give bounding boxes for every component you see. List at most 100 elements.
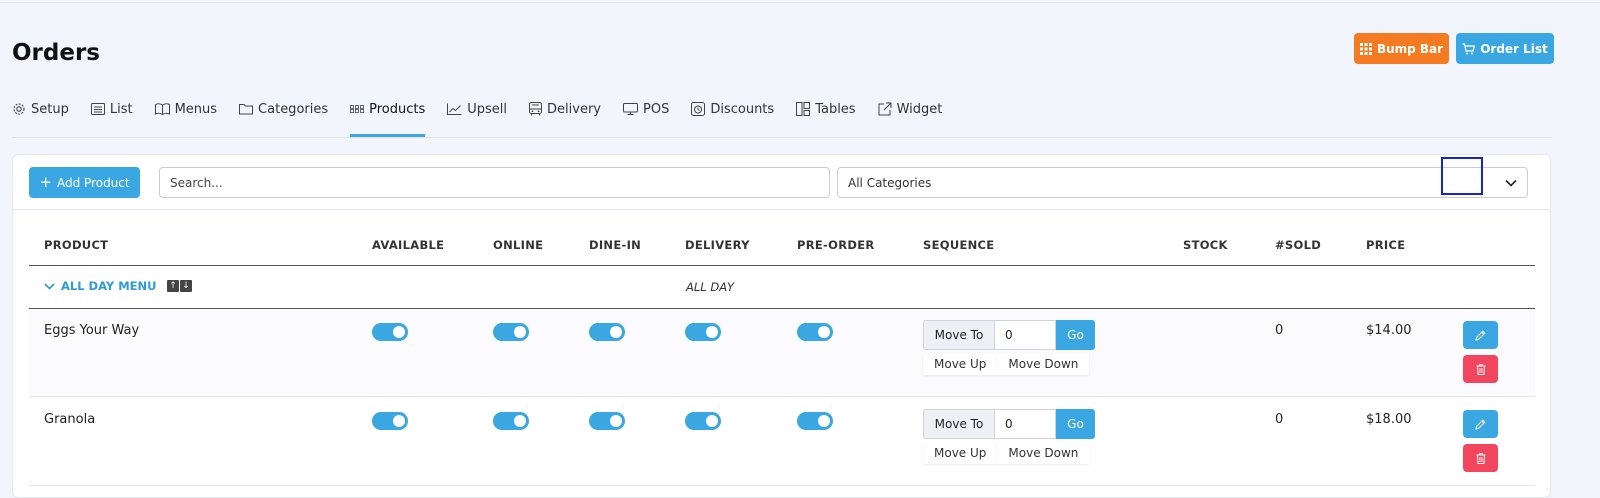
col-header-stock[interactable]: STOCK	[1183, 238, 1228, 252]
sold-value: 0	[1275, 412, 1284, 427]
col-header-pre-order[interactable]: PRE-ORDER	[797, 238, 875, 252]
tab-widget[interactable]: Widget	[878, 98, 943, 118]
bump-bar-label: Bump Bar	[1376, 41, 1444, 56]
go-button[interactable]: Go	[1056, 409, 1095, 439]
table-row: Granola Move To Go Move Up Move Down 0 $…	[29, 398, 1535, 486]
tab-label: Setup	[31, 101, 69, 117]
order-list-button[interactable]: Order List	[1456, 33, 1554, 64]
tab-label: Tables	[815, 101, 856, 117]
tab-label: Products	[369, 101, 426, 117]
tables-icon	[796, 102, 811, 116]
tab-label: Widget	[896, 101, 943, 117]
tab-label: Categories	[258, 101, 329, 117]
group-sort-controls: ↑ ↓	[167, 280, 192, 292]
sequence-input[interactable]	[994, 320, 1056, 350]
delete-button[interactable]	[1463, 444, 1498, 472]
plus-icon: +	[39, 173, 52, 191]
available-toggle[interactable]	[372, 412, 408, 430]
tab-upsell[interactable]: Upsell	[447, 98, 507, 118]
tab-divider	[12, 137, 1552, 138]
tab-list[interactable]: List	[90, 98, 133, 118]
sequence-control: Move To Go	[923, 320, 1095, 350]
move-up-button[interactable]: Move Up	[923, 353, 998, 375]
delivery-toggle[interactable]	[685, 412, 721, 430]
tab-bar: Setup List Menus Categories Products Ups…	[12, 98, 964, 138]
cart-icon	[1462, 42, 1476, 54]
book-icon	[154, 103, 170, 115]
tab-label: Delivery	[547, 101, 601, 117]
products-card: + Add Product All Categories PRODUCT AVA…	[12, 154, 1551, 498]
pre-order-toggle[interactable]	[797, 323, 833, 341]
category-select[interactable]: All Categories	[837, 167, 1528, 198]
pre-order-toggle[interactable]	[797, 412, 833, 430]
sold-value: 0	[1275, 323, 1284, 338]
sequence-input[interactable]	[994, 409, 1056, 439]
tab-label: Discounts	[710, 101, 775, 117]
bump-bar-button[interactable]: Bump Bar	[1354, 33, 1449, 64]
chevron-down-icon	[44, 282, 55, 290]
product-name: Eggs Your Way	[44, 323, 140, 338]
col-header-online[interactable]: ONLINE	[493, 238, 543, 252]
dine-in-toggle[interactable]	[589, 323, 625, 341]
group-availability-tag: ALL DAY	[686, 280, 735, 294]
product-name: Granola	[44, 412, 96, 427]
col-header-delivery[interactable]: DELIVERY	[685, 238, 750, 252]
go-button[interactable]: Go	[1056, 320, 1095, 350]
col-header-sequence[interactable]: SEQUENCE	[923, 238, 994, 252]
delivery-toggle[interactable]	[685, 323, 721, 341]
edit-button[interactable]	[1463, 410, 1498, 438]
tab-categories[interactable]: Categories	[239, 98, 328, 118]
price-value: $18.00	[1366, 412, 1412, 427]
price-value: $14.00	[1366, 323, 1412, 338]
add-product-button[interactable]: + Add Product	[29, 167, 140, 198]
list-icon	[90, 103, 105, 115]
grid-icon	[350, 105, 365, 113]
arrow-down-icon[interactable]: ↓	[180, 280, 192, 292]
order-list-label: Order List	[1480, 41, 1548, 56]
online-toggle[interactable]	[493, 323, 529, 341]
tab-setup[interactable]: Setup	[12, 98, 69, 118]
tab-label: List	[109, 101, 133, 117]
tab-delivery[interactable]: Delivery	[529, 98, 601, 118]
tab-label: Menus	[174, 101, 218, 117]
tab-tables[interactable]: Tables	[796, 98, 856, 118]
chart-up-icon	[447, 103, 462, 115]
col-header-product[interactable]: PRODUCT	[44, 238, 108, 252]
toolbar-divider	[13, 209, 1550, 210]
online-toggle[interactable]	[493, 412, 529, 430]
move-down-button[interactable]: Move Down	[997, 442, 1090, 464]
tab-label: Upsell	[467, 101, 508, 117]
move-down-button[interactable]: Move Down	[997, 353, 1090, 375]
top-border	[0, 2, 1600, 3]
move-up-button[interactable]: Move Up	[923, 442, 998, 464]
dine-in-toggle[interactable]	[589, 412, 625, 430]
tab-discounts[interactable]: Discounts	[691, 98, 774, 118]
external-link-icon	[878, 102, 892, 116]
group-toggle-all-day-menu[interactable]: ALL DAY MENU	[44, 279, 157, 293]
edit-button[interactable]	[1463, 321, 1498, 349]
add-product-label: Add Product	[56, 175, 130, 190]
tab-pos[interactable]: POS	[623, 98, 669, 118]
delete-button[interactable]	[1463, 355, 1498, 383]
move-to-button[interactable]: Move To	[923, 409, 994, 439]
col-header-price[interactable]: PRICE	[1366, 238, 1405, 252]
trash-icon	[1476, 363, 1485, 375]
group-name: ALL DAY MENU	[61, 279, 157, 293]
tab-products[interactable]: Products	[350, 98, 426, 137]
header-divider	[29, 265, 1535, 266]
tab-menus[interactable]: Menus	[154, 98, 218, 118]
gear-icon	[13, 103, 25, 115]
chevron-down-icon	[1505, 179, 1517, 187]
arrow-up-icon[interactable]: ↑	[167, 280, 179, 292]
search-input[interactable]	[159, 167, 830, 198]
col-header-dine-in[interactable]: DINE-IN	[589, 238, 641, 252]
available-toggle[interactable]	[372, 323, 408, 341]
sequence-control: Move To Go	[923, 409, 1095, 439]
monitor-icon	[623, 103, 638, 115]
col-header-available[interactable]: AVAILABLE	[372, 238, 444, 252]
col-header-sold[interactable]: #SOLD	[1275, 238, 1321, 252]
tab-label: POS	[643, 101, 670, 117]
move-to-button[interactable]: Move To	[923, 320, 994, 350]
bus-icon	[529, 102, 543, 116]
percent-icon	[691, 102, 706, 116]
